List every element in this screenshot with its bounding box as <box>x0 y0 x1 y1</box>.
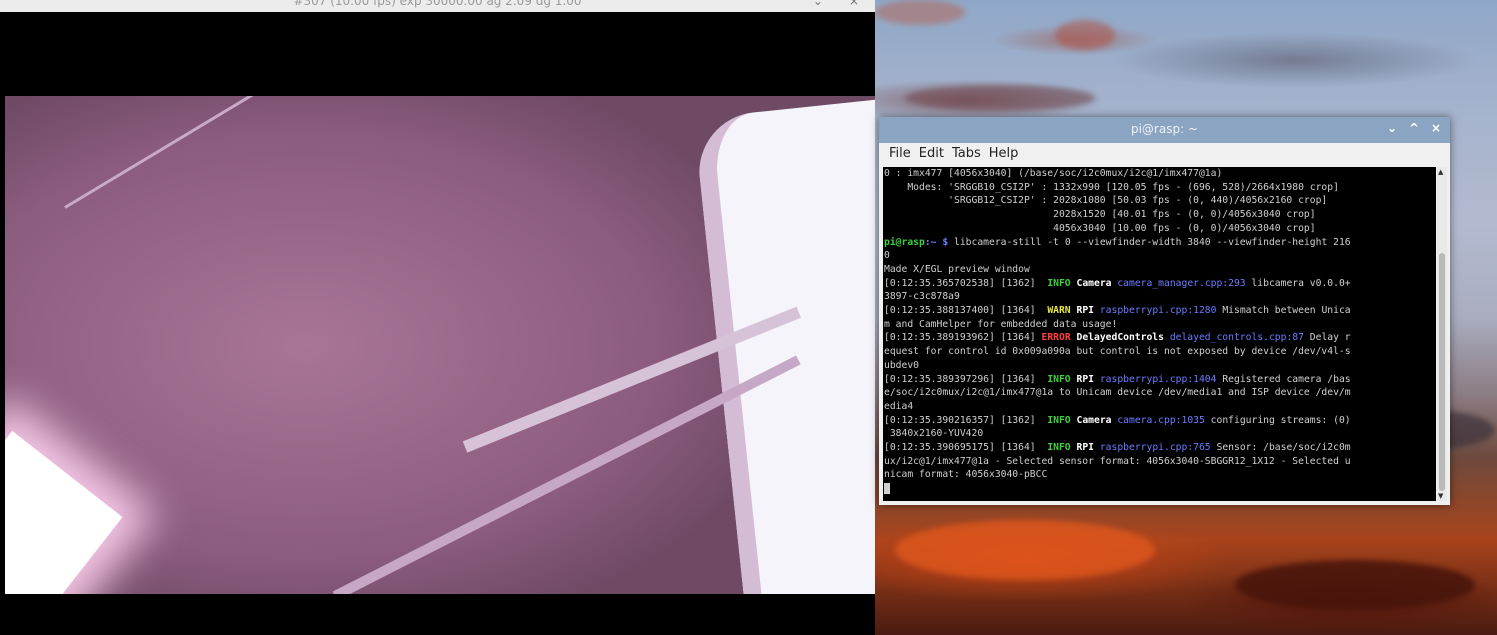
terminal-cursor <box>884 482 890 494</box>
minimize-icon[interactable]: ⌄ <box>1386 121 1398 135</box>
log-source: delayed_controls.cpp:87 <box>1169 332 1304 344</box>
log-message-wrap: 3897-c3c878a9 <box>884 291 960 303</box>
log-prefix: [0:12:35.389193962] [1364] <box>884 332 1042 344</box>
log-message-wrap: e/soc/i2c0mux/i2c@1/imx477@1a to Unicam … <box>884 387 1351 399</box>
minimize-icon[interactable]: ⌄ <box>813 0 831 8</box>
log-source: raspberrypi.cpp:1404 <box>1099 373 1217 385</box>
preview-title: #307 (10.00 fps) exp 30000.00 ag 2.09 dg… <box>293 0 582 8</box>
ceiling-edge <box>64 96 289 209</box>
menu-tabs[interactable]: Tabs <box>948 143 985 167</box>
command-text: libcamera-still -t 0 --viewfinder-width … <box>948 236 1351 248</box>
maximize-icon[interactable]: ^ <box>831 0 849 8</box>
menu-edit[interactable]: Edit <box>915 143 948 167</box>
terminal-titlebar[interactable]: pi@rasp: ~ ⌄ ^ × <box>879 117 1450 143</box>
output-line: Modes: 'SRGGB10_CSI2P' : 1332x990 [120.0… <box>884 181 1339 193</box>
menu-file[interactable]: File <box>885 143 915 167</box>
command-text-wrap: 0 <box>884 250 890 262</box>
camera-preview-window: #307 (10.00 fps) exp 30000.00 ag 2.09 dg… <box>0 0 875 635</box>
cloud <box>1235 560 1475 610</box>
prompt-path: :~ $ <box>924 236 949 248</box>
log-level-warn: WARN <box>1047 305 1071 317</box>
log-message: Sensor: /base/soc/i2c0m <box>1210 442 1351 454</box>
log-message: Delay r <box>1303 332 1351 344</box>
log-source: camera.cpp:1035 <box>1117 414 1205 426</box>
close-icon[interactable]: × <box>849 0 867 8</box>
prompt-user: pi@rasp <box>884 236 925 248</box>
log-message-wrap: nicam format: 4056x3040-pBCC <box>884 469 1048 481</box>
log-prefix: [0:12:35.365702538] [1362] <box>884 277 1048 289</box>
close-icon[interactable]: × <box>1430 121 1442 135</box>
output-line: 0 : imx477 [4056x3040] (/base/soc/i2c0mu… <box>884 168 1223 179</box>
preview-window-controls: ⌄^× <box>813 0 867 8</box>
log-level-info: INFO <box>1047 442 1071 454</box>
cloud <box>895 520 1155 580</box>
scroll-down-arrow-icon[interactable]: ▼ <box>1438 492 1443 500</box>
log-level-info: INFO <box>1047 373 1071 385</box>
terminal-output[interactable]: 0 : imx477 [4056x3040] (/base/soc/i2c0mu… <box>883 167 1436 501</box>
log-category: DelayedControls <box>1070 332 1170 344</box>
cloud <box>875 0 965 25</box>
log-category: Camera <box>1070 414 1118 426</box>
terminal-window: pi@rasp: ~ ⌄ ^ × File Edit Tabs Help 0 :… <box>879 117 1450 505</box>
log-prefix: [0:12:35.390695175] [1364] <box>884 442 1048 454</box>
preview-titlebar[interactable]: #307 (10.00 fps) exp 30000.00 ag 2.09 dg… <box>0 0 875 12</box>
log-message-wrap: ux/i2c@1/imx477@1a - Selected sensor for… <box>884 455 1351 467</box>
log-level-info: INFO <box>1047 414 1071 426</box>
log-message-wrap: 3840x2160-YUV420 <box>884 428 984 440</box>
log-prefix: [0:12:35.390216357] [1362] <box>884 414 1048 426</box>
ceiling-light <box>5 430 123 594</box>
log-message-wrap: edia4 <box>884 400 914 412</box>
output-line: 'SRGGB12_CSI2P' : 2028x1080 [50.03 fps -… <box>884 195 1328 207</box>
output-line: 2028x1520 [40.01 fps - (0, 0)/4056x3040 … <box>884 209 1316 221</box>
menu-help[interactable]: Help <box>985 143 1023 167</box>
log-message: libcamera v0.0.0+ <box>1245 277 1351 289</box>
maximize-icon[interactable]: ^ <box>1408 121 1420 135</box>
log-category: RPI <box>1070 442 1100 454</box>
camera-feed <box>5 96 875 594</box>
log-message-wrap: equest for control id 0x009a090a but con… <box>884 346 1351 358</box>
terminal-title: pi@rasp: ~ <box>1130 122 1199 136</box>
log-prefix: [0:12:35.389397296] [1364] <box>884 373 1048 385</box>
log-message: Registered camera /bas <box>1216 373 1351 385</box>
log-level-error: ERROR <box>1041 332 1071 344</box>
log-message: Mismatch between Unica <box>1216 305 1351 317</box>
log-message: configuring streams: (0) <box>1204 414 1351 426</box>
log-category: RPI <box>1070 305 1100 317</box>
log-message-wrap: ubdev0 <box>884 359 919 371</box>
log-category: Camera <box>1070 277 1118 289</box>
output-line: Made X/EGL preview window <box>884 263 1030 275</box>
scroll-up-arrow-icon[interactable]: ▲ <box>1438 168 1443 176</box>
log-prefix: [0:12:35.388137400] [1364] <box>884 305 1048 317</box>
terminal-scrollbar[interactable]: ▲ ▼ <box>1437 167 1447 501</box>
scrollbar-thumb[interactable] <box>1439 253 1445 491</box>
cloud <box>1055 20 1115 50</box>
log-level-info: INFO <box>1047 277 1071 289</box>
output-line: 4056x3040 [10.00 fps - (0, 0)/4056x3040 … <box>884 222 1316 234</box>
log-source: camera_manager.cpp:293 <box>1117 277 1246 289</box>
terminal-menubar: File Edit Tabs Help <box>879 143 1450 167</box>
log-source: raspberrypi.cpp:1280 <box>1099 305 1217 317</box>
log-category: RPI <box>1070 373 1100 385</box>
terminal-window-controls: ⌄ ^ × <box>1386 121 1442 135</box>
log-source: raspberrypi.cpp:765 <box>1099 442 1211 454</box>
log-message-wrap: m and CamHelper for embedded data usage! <box>884 318 1118 330</box>
cloud <box>905 85 1095 111</box>
